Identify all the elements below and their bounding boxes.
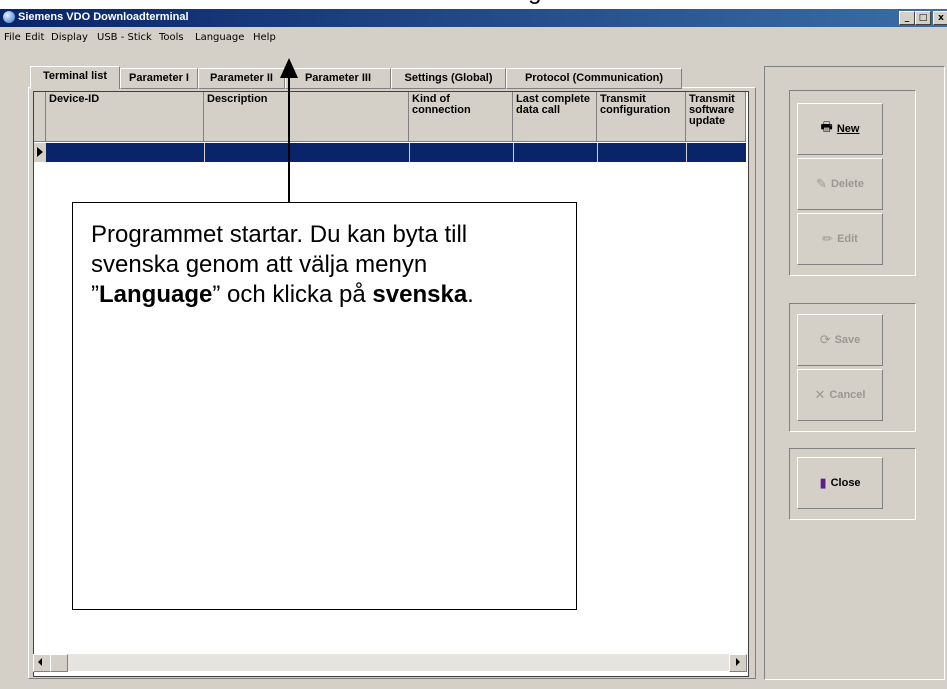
menu-tools[interactable]: Tools — [159, 32, 184, 43]
delete-button[interactable]: ✎ Delete — [797, 158, 883, 210]
door-exit-icon: ▮ — [819, 475, 827, 490]
menu-edit[interactable]: Edit — [25, 32, 44, 43]
row-pointer-icon — [37, 147, 43, 157]
table-row[interactable] — [46, 143, 746, 162]
close-window-button[interactable]: x — [933, 11, 947, 25]
instruction-callout: Programmet startar. Du kan byta till sve… — [72, 202, 577, 610]
cell-device-id[interactable] — [46, 143, 205, 162]
scroll-right-button[interactable] — [729, 654, 747, 672]
tab-parameter-3[interactable]: Parameter III — [285, 68, 391, 89]
cell-kind-of-connection[interactable] — [409, 143, 514, 162]
tab-settings-global[interactable]: Settings (Global) — [391, 68, 506, 89]
cell-transmit-software-update[interactable] — [686, 143, 746, 162]
menu-file[interactable]: File — [4, 32, 21, 43]
col-header-transmit-configuration[interactable]: Transmit configuration — [597, 92, 686, 142]
cell-last-data-call[interactable] — [513, 143, 598, 162]
maximize-button[interactable]: □ — [915, 11, 931, 25]
menu-help[interactable]: Help — [253, 32, 276, 43]
arrow-right-icon — [736, 658, 740, 666]
arrow-left-icon — [38, 658, 42, 666]
pencil-icon: ✏ — [822, 231, 834, 246]
scroll-left-button[interactable] — [33, 654, 51, 672]
col-header-kind-of-connection[interactable]: Kind of connection — [409, 92, 513, 142]
edit-button[interactable]: ✏ Edit — [797, 213, 883, 265]
save-button[interactable]: ⟳ Save — [797, 314, 883, 366]
minimize-button[interactable]: _ — [899, 11, 915, 25]
row-indicator-header — [34, 92, 46, 142]
tab-parameter-2[interactable]: Parameter II — [198, 68, 285, 89]
cell-transmit-configuration[interactable] — [597, 143, 687, 162]
menu-display[interactable]: Display — [51, 32, 88, 43]
refresh-icon: ⟳ — [819, 332, 831, 347]
tab-protocol-communication[interactable]: Protocol (Communication) — [506, 68, 682, 89]
cancel-x-icon: ✕ — [814, 387, 826, 402]
title-bar: Siemens VDO Downloadterminal — [0, 9, 947, 27]
col-header-device-id[interactable]: Device-ID — [46, 92, 204, 142]
scroll-thumb[interactable] — [50, 654, 68, 672]
col-header-description[interactable]: Description — [204, 92, 409, 142]
menu-bar: File Edit Display USB - Stick Tools Lang… — [0, 29, 947, 49]
new-button[interactable]: 🖶 New — [797, 103, 883, 155]
eraser-icon: ✎ — [816, 176, 827, 191]
callout-arrow-line — [288, 78, 290, 203]
cancel-button[interactable]: ✕ Cancel — [797, 369, 883, 421]
col-header-transmit-software-update[interactable]: Transmit software update — [686, 92, 746, 142]
tab-parameter-1[interactable]: Parameter I — [120, 68, 198, 89]
window-title: Siemens VDO Downloadterminal — [18, 11, 189, 23]
printer-icon: 🖶 — [820, 119, 833, 134]
menu-usb-stick[interactable]: USB - Stick — [97, 32, 152, 43]
menu-language[interactable]: Language — [195, 32, 244, 43]
col-header-last-complete-data-call[interactable]: Last complete data call — [513, 92, 597, 142]
cell-description[interactable] — [204, 143, 410, 162]
callout-arrow-head — [280, 58, 298, 78]
tab-terminal-list[interactable]: Terminal list — [30, 66, 120, 89]
close-button[interactable]: ▮ Close — [797, 457, 883, 509]
app-icon — [3, 11, 15, 23]
horizontal-scrollbar[interactable] — [33, 654, 747, 672]
